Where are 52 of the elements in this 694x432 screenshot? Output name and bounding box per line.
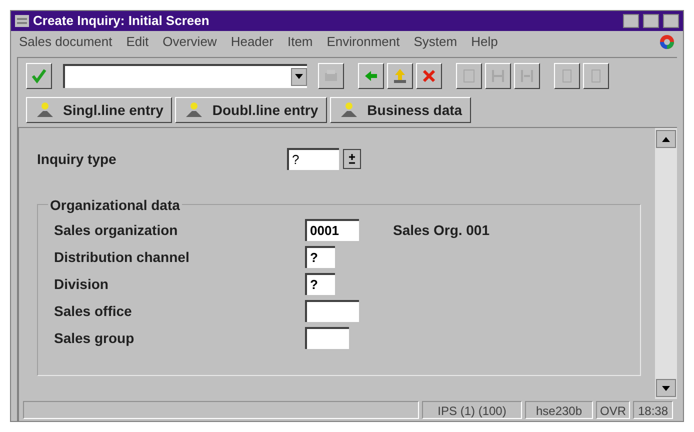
up-arrow-icon: [392, 68, 408, 84]
input-field[interactable]: ?: [305, 246, 335, 268]
command-field[interactable]: [63, 64, 307, 88]
input-field[interactable]: 0001: [305, 219, 359, 241]
down-arrow-icon: [662, 386, 670, 390]
menu-item[interactable]: Help: [471, 32, 498, 52]
toolbar-button[interactable]: [387, 62, 413, 88]
window-icon: [15, 15, 29, 27]
menu-item[interactable]: Sales document: [19, 32, 112, 52]
status-field: 18:38: [633, 401, 673, 419]
input-field[interactable]: ?: [305, 273, 335, 295]
menu-item[interactable]: Item: [287, 32, 313, 52]
save-icon: [323, 68, 339, 84]
person-icon: [339, 102, 360, 118]
field-label: Division: [54, 274, 110, 294]
status-field: IPS (1) (100): [422, 401, 522, 419]
status-field: OVR: [596, 401, 630, 419]
menu-item[interactable]: Overview: [162, 32, 217, 52]
scrollbar[interactable]: [655, 128, 677, 399]
field-label: Sales organization: [54, 220, 179, 240]
toolbar-button[interactable]: Singl.line entry: [26, 97, 172, 123]
menu-item[interactable]: Header: [230, 32, 274, 52]
plus-minus-icon: [348, 154, 356, 164]
field-description: Sales Org. 001: [393, 220, 490, 240]
toolbar-button[interactable]: [358, 62, 384, 88]
dropdown-button[interactable]: [343, 149, 361, 169]
cancel-icon: [421, 68, 437, 84]
toolbar-button[interactable]: [26, 62, 52, 88]
down-arrow-icon: [295, 74, 303, 79]
logo-icon: [659, 34, 675, 50]
input-field[interactable]: [305, 300, 359, 322]
toolbar-button[interactable]: [416, 62, 442, 88]
field-label: Sales office: [54, 302, 133, 320]
menu-item[interactable]: Environment: [326, 32, 400, 52]
up-arrow-icon: [662, 136, 670, 142]
toolbar-button[interactable]: Doubl.line entry: [175, 97, 328, 123]
scroll-down-button[interactable]: [656, 379, 676, 397]
inquiry-type-field[interactable]: ?: [287, 148, 339, 170]
window-title: Create Inquiry: Initial Screen: [33, 12, 210, 30]
scroll-up-button[interactable]: [656, 130, 676, 148]
person-icon: [35, 102, 55, 118]
toolbar-button[interactable]: Business data: [330, 97, 472, 123]
field-label: Inquiry type: [37, 150, 118, 169]
field-label: Sales group: [54, 328, 136, 348]
menu-item[interactable]: System: [414, 32, 458, 52]
person-icon: [184, 102, 204, 118]
check-icon: [31, 68, 47, 84]
status-field: hse230b: [525, 401, 593, 419]
menu-item[interactable]: Edit: [126, 32, 149, 52]
field-label: Distribution channel: [54, 248, 190, 266]
input-field[interactable]: [305, 327, 349, 349]
dropdown-button[interactable]: [291, 68, 307, 86]
